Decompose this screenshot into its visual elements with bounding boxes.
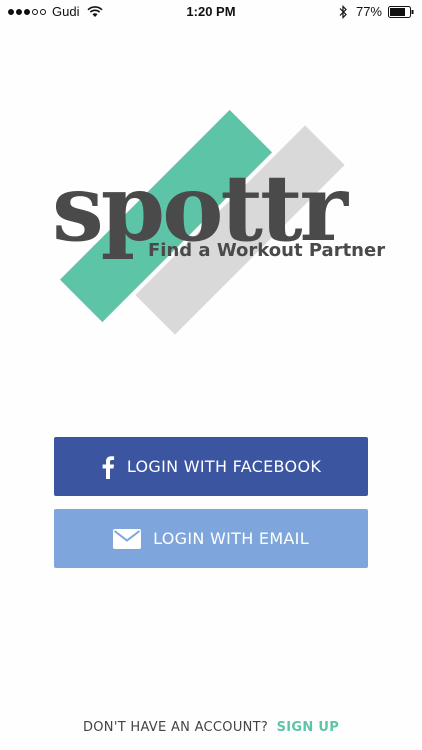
login-email-button[interactable]: LOGIN WITH EMAIL	[54, 509, 368, 568]
logo-tagline: Find a Workout Partner	[148, 240, 386, 261]
login-facebook-button[interactable]: LOGIN WITH FACEBOOK	[54, 437, 368, 496]
app-logo: spottr Find a Workout Partner	[52, 100, 385, 335]
battery-icon	[388, 5, 414, 18]
battery-percent: 77%	[355, 4, 382, 19]
bluetooth-icon	[339, 4, 347, 19]
login-email-label: LOGIN WITH EMAIL	[153, 529, 309, 548]
status-right: 77%	[338, 4, 414, 19]
mail-icon	[113, 528, 142, 549]
facebook-icon	[102, 455, 114, 479]
signup-prompt: DON'T HAVE AN ACCOUNT?	[82, 720, 269, 735]
status-bar: Gudi 1:20 PM 77%	[0, 0, 422, 24]
login-facebook-label: LOGIN WITH FACEBOOK	[126, 457, 322, 476]
signup-footer: DON'T HAVE AN ACCOUNT? SIGN UP	[0, 720, 422, 735]
signup-link[interactable]: SIGN UP	[277, 720, 339, 735]
